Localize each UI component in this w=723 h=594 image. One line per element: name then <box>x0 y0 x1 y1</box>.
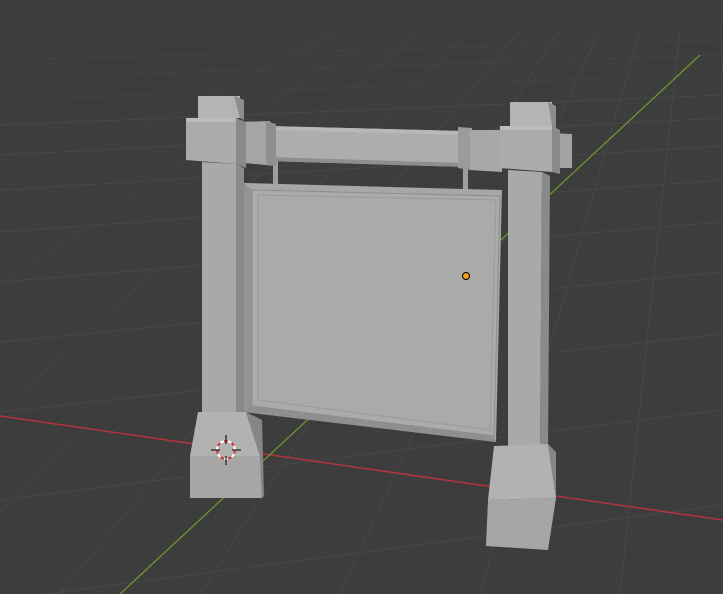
viewport-canvas[interactable] <box>0 0 723 594</box>
3d-viewport[interactable] <box>0 0 723 594</box>
right-base[interactable] <box>486 444 556 550</box>
left-base[interactable] <box>190 412 264 498</box>
sign-panel[interactable] <box>244 183 502 442</box>
object-origin-dot[interactable] <box>462 272 470 280</box>
